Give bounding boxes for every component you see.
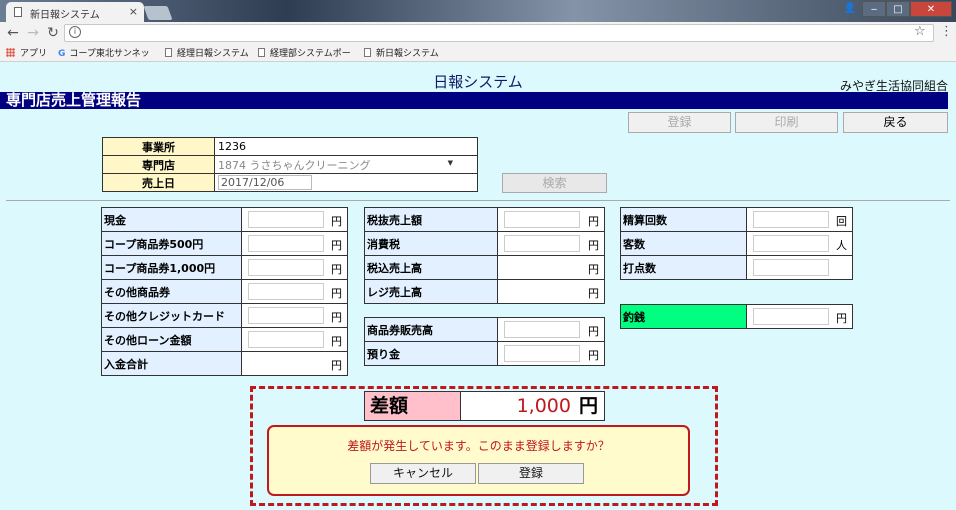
url-input[interactable] <box>64 24 934 42</box>
menu-icon[interactable]: ⋮ <box>940 24 953 39</box>
minimize-icon[interactable]: ‒ <box>862 1 886 17</box>
confirm-message: 差額が発生しています。このまま登録しますか？ <box>347 439 610 453</box>
voucher-row-sales: 商品券販売高円 <box>364 317 605 342</box>
sales-row-incl-tax: 税込売上高円 <box>364 255 605 280</box>
consumption-tax-input[interactable] <box>504 235 580 252</box>
other-voucher-input[interactable] <box>248 283 324 300</box>
search-button[interactable]: 検索 <box>502 173 607 193</box>
difference-unit: 円 <box>578 395 598 417</box>
print-button[interactable]: 印刷 <box>735 112 838 133</box>
cash-input[interactable] <box>248 211 324 228</box>
star-icon[interactable]: ☆ <box>914 24 926 39</box>
office-info-table: 事業所 1236 専門店 1874 うさちゃんクリーニング ▼ 売上日 2017/… <box>102 137 478 192</box>
section-title: 専門店売上管理報告 <box>0 92 948 109</box>
voucher-row-deposit: 預り金円 <box>364 341 605 366</box>
sales-incl-tax-value: 円 <box>497 255 605 280</box>
sales-date-input[interactable]: 2017/12/06 <box>218 175 312 190</box>
store-label: 専門店 <box>102 155 215 174</box>
back-arrow-icon[interactable]: ← <box>4 24 22 42</box>
item-count-input[interactable] <box>753 259 829 276</box>
bookmark-coop-tohoku[interactable]: G コープ東北サンネッ <box>58 46 150 59</box>
count-row-customers: 客数人 <box>620 231 853 256</box>
date-label: 売上日 <box>102 173 215 192</box>
deposit-total-value: 円 <box>241 351 348 376</box>
sales-row-tax: 消費税円 <box>364 231 605 256</box>
count-row-settlements: 精算回数回 <box>620 207 853 232</box>
confirm-register-button[interactable]: 登録 <box>478 463 584 484</box>
apps-grid-icon <box>6 48 15 57</box>
coop-voucher-1000-input[interactable] <box>248 259 324 276</box>
counts-table: 精算回数回 客数人 打点数 <box>620 207 853 280</box>
confirm-dialog <box>267 425 690 496</box>
difference-value: 1,000 円 <box>461 391 605 421</box>
coop-voucher-500-input[interactable] <box>248 235 324 252</box>
loan-amount-input[interactable] <box>248 331 324 348</box>
credit-card-input[interactable] <box>248 307 324 324</box>
register-sales-value: 円 <box>497 279 605 304</box>
change-input[interactable] <box>753 308 829 325</box>
payment-row-credit: その他クレジットカード円 <box>101 303 348 328</box>
sales-table: 税抜売上額円 消費税円 税込売上高円 レジ売上高円 <box>364 207 605 304</box>
customer-count-input[interactable] <box>753 235 829 252</box>
count-row-items: 打点数 <box>620 255 853 280</box>
page-icon <box>165 48 172 57</box>
page-icon <box>14 7 22 17</box>
system-title: 日報システム <box>433 73 523 91</box>
difference-label: 差額 <box>364 391 461 421</box>
close-icon[interactable]: × <box>129 5 138 18</box>
chevron-down-icon: ▼ <box>447 159 453 167</box>
payments-table: 現金円 コープ商品券500円円 コープ商品券1,000円円 その他商品券円 その… <box>101 207 348 376</box>
office-value: 1236 <box>214 137 478 156</box>
tab-title: 新日報システム <box>30 10 100 21</box>
payment-row-cash: 現金円 <box>101 207 348 232</box>
payment-row-coop1000: コープ商品券1,000円円 <box>101 255 348 280</box>
store-select[interactable]: 1874 うさちゃんクリーニング ▼ <box>214 155 478 174</box>
payment-row-loan: その他ローン金額円 <box>101 327 348 352</box>
payment-row-total: 入金合計円 <box>101 351 348 376</box>
change-row: 釣銭円 <box>620 304 853 329</box>
office-label: 事業所 <box>102 137 215 156</box>
bookmark-keiri-nippo[interactable]: 経理日報システム <box>165 46 249 59</box>
deposit-received-input[interactable] <box>504 345 580 362</box>
window-close-icon[interactable]: ✕ <box>910 1 952 17</box>
info-icon[interactable]: i <box>69 26 81 38</box>
cancel-button[interactable]: キャンセル <box>370 463 476 484</box>
bookmark-apps[interactable]: アプリ <box>6 46 47 59</box>
sales-excl-tax-input[interactable] <box>504 211 580 228</box>
browser-tab[interactable]: 新日報システム × <box>6 2 144 22</box>
voucher-sales-input[interactable] <box>504 321 580 338</box>
forward-arrow-icon[interactable]: → <box>24 24 42 42</box>
store-selected-value: 1874 うさちゃんクリーニング <box>218 158 371 172</box>
payment-row-other-voucher: その他商品券円 <box>101 279 348 304</box>
bookmark-keiri-portal[interactable]: 経理部システムポー <box>258 46 351 59</box>
payment-row-coop500: コープ商品券500円円 <box>101 231 348 256</box>
bookmark-shin-nippo[interactable]: 新日報システム <box>364 46 439 59</box>
back-button[interactable]: 戻る <box>843 112 948 133</box>
divider <box>6 200 950 201</box>
settlement-count-input[interactable] <box>753 211 829 228</box>
page-icon <box>258 48 265 57</box>
sales-row-excl-tax: 税抜売上額円 <box>364 207 605 232</box>
voucher-table: 商品券販売高円 預り金円 <box>364 317 605 366</box>
new-tab-button[interactable] <box>143 6 173 20</box>
difference-amount: 1,000 <box>516 395 571 417</box>
register-button[interactable]: 登録 <box>628 112 731 133</box>
user-icon[interactable]: 👤 <box>842 1 858 17</box>
google-icon: G <box>58 49 66 59</box>
change-table: 釣銭円 <box>620 304 853 329</box>
sales-row-register: レジ売上高円 <box>364 279 605 304</box>
reload-icon[interactable]: ↻ <box>44 24 62 42</box>
maximize-icon[interactable]: □ <box>886 1 910 17</box>
page-icon <box>364 48 371 57</box>
